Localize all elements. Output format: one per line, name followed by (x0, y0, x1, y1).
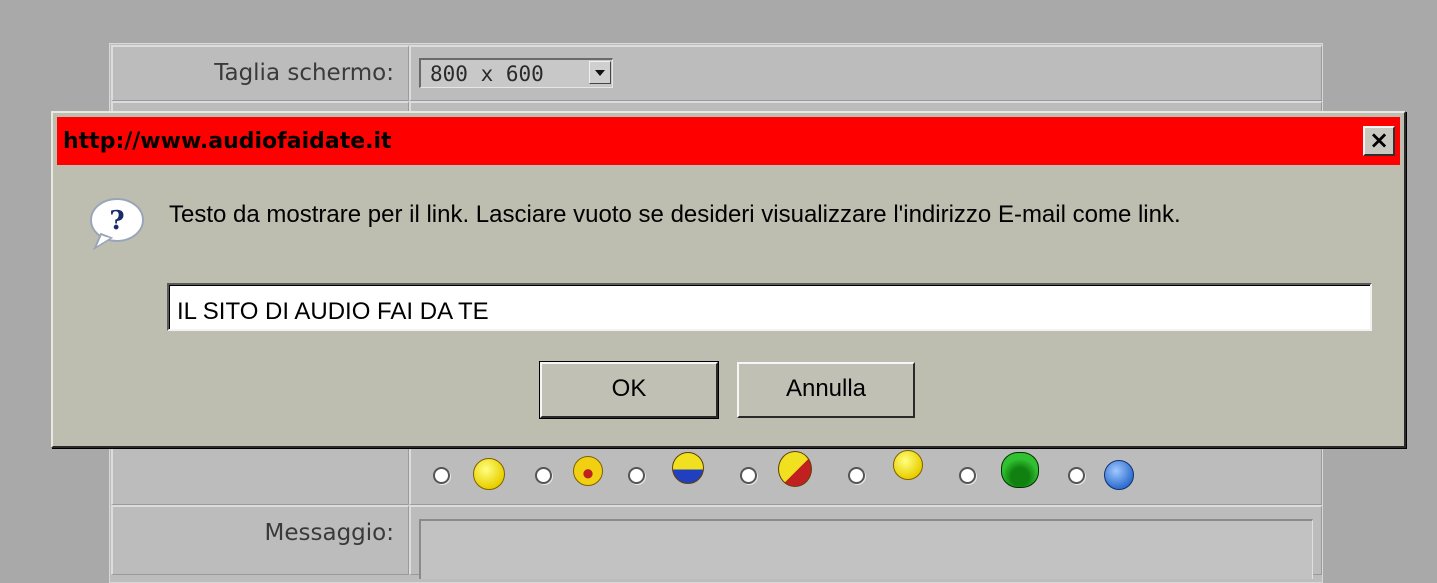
message-label-cell: Messaggio: (111, 505, 409, 575)
smiley-radio-4[interactable] (740, 467, 757, 484)
smiley-guitar-icon[interactable] (778, 451, 812, 487)
dialog-prompt-text: Testo da mostrare per il link. Lasciare … (169, 201, 1181, 228)
smiley-radio-5[interactable] (848, 467, 865, 484)
svg-text:?: ? (109, 206, 124, 236)
cancel-button-label: Annulla (785, 375, 867, 402)
screen-size-select[interactable]: 800 x 600 (419, 58, 613, 88)
close-button[interactable]: × (1363, 126, 1395, 156)
smiley-radio-2[interactable] (535, 467, 552, 484)
close-icon: × (1368, 126, 1390, 154)
smiley-blue-icon[interactable] (1104, 460, 1134, 490)
ok-button-label: OK (611, 375, 647, 402)
message-textarea[interactable] (419, 519, 1313, 579)
smiley-reading-icon[interactable] (672, 452, 704, 484)
smiley-frog-icon[interactable] (1001, 452, 1039, 488)
prompt-dialog: http://www.audiofaidate.it × ? Testo da … (51, 111, 1406, 448)
question-icon: ? (90, 198, 144, 251)
message-label: Messaggio: (264, 520, 394, 546)
screen-size-label-cell: Taglia schermo: (111, 45, 409, 101)
dialog-title: http://www.audiofaidate.it (63, 129, 392, 154)
chevron-down-icon[interactable] (589, 61, 611, 84)
cancel-button[interactable]: Annulla (737, 362, 915, 418)
link-text-input[interactable] (167, 283, 1372, 331)
smiley-radio-7[interactable] (1068, 467, 1085, 484)
dialog-titlebar[interactable]: http://www.audiofaidate.it × (57, 117, 1400, 165)
smiley-radio-6[interactable] (959, 467, 976, 484)
smiley-radio-1[interactable] (433, 467, 450, 484)
ok-button[interactable]: OK (539, 361, 719, 419)
smiley-radio-3[interactable] (628, 467, 645, 484)
smiley-grin-icon[interactable] (473, 458, 505, 490)
smiley-dance-icon[interactable] (893, 450, 923, 480)
screen-size-select-value: 800 x 600 (430, 62, 544, 86)
screen-size-label: Taglia schermo: (214, 60, 394, 86)
smiley-shout-icon[interactable] (573, 456, 603, 486)
